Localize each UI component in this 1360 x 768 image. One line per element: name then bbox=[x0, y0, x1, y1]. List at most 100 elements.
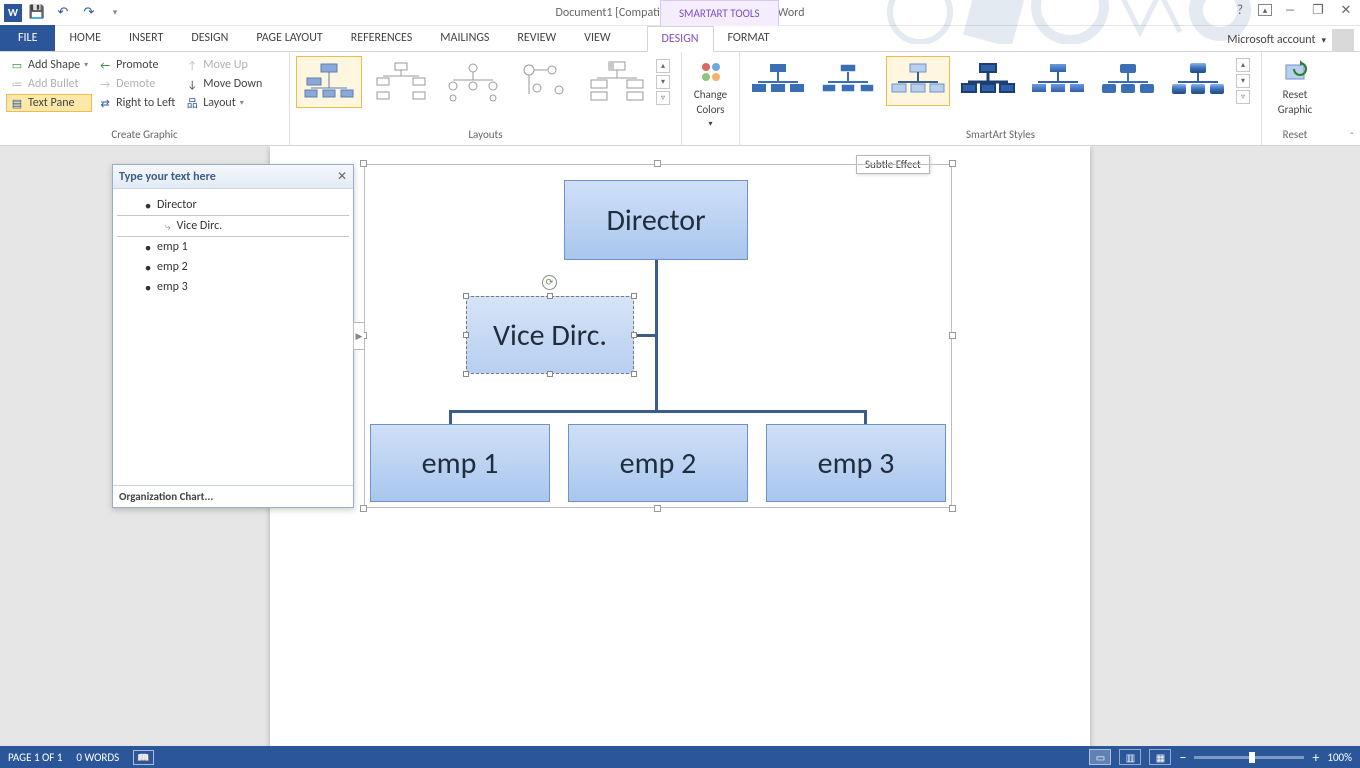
close-icon[interactable]: ✕ bbox=[337, 169, 347, 184]
restore-icon[interactable]: ❐ bbox=[1308, 0, 1328, 20]
save-icon[interactable]: 💾 bbox=[26, 2, 48, 24]
styles-gallery-scroll[interactable]: ▴ ▾ ▿ bbox=[1236, 58, 1250, 104]
zoom-level[interactable]: 100% bbox=[1327, 751, 1352, 764]
gallery-more-icon[interactable]: ▿ bbox=[656, 91, 670, 105]
account-menu[interactable]: Microsoft account▾ bbox=[1227, 29, 1354, 51]
smartart-text-pane[interactable]: Type your text here ✕ ●Director ⤷Vice Di… bbox=[112, 164, 354, 508]
move-down-button[interactable]: ↓Move Down bbox=[181, 75, 266, 93]
tab-home[interactable]: HOME bbox=[55, 25, 115, 51]
resize-handle[interactable] bbox=[463, 371, 469, 377]
tab-mailings[interactable]: MAILINGS bbox=[426, 25, 503, 51]
change-colors-icon bbox=[697, 58, 725, 86]
scroll-up-icon[interactable]: ▴ bbox=[656, 59, 670, 73]
tab-insert[interactable]: INSERT bbox=[115, 25, 177, 51]
scroll-down-icon[interactable]: ▾ bbox=[1236, 74, 1250, 88]
layout-button[interactable]: 品Layout▾ bbox=[181, 94, 266, 112]
resize-handle[interactable] bbox=[654, 160, 661, 167]
promote-icon: ← bbox=[98, 58, 112, 72]
minimize-icon[interactable]: ― bbox=[1280, 0, 1300, 20]
layout-thumb-3[interactable] bbox=[440, 56, 506, 108]
view-read-icon[interactable]: ▭ bbox=[1089, 749, 1111, 765]
tab-file[interactable]: FILE bbox=[0, 25, 55, 51]
org-node-emp2[interactable]: emp 2 bbox=[568, 424, 748, 502]
qat-customize-icon[interactable]: ▾ bbox=[104, 2, 126, 24]
view-print-icon[interactable]: ▥ bbox=[1119, 749, 1141, 765]
resize-handle[interactable] bbox=[463, 293, 469, 299]
org-node-emp3[interactable]: emp 3 bbox=[766, 424, 946, 502]
resize-handle[interactable] bbox=[463, 332, 469, 338]
undo-icon[interactable]: ↶ bbox=[52, 2, 74, 24]
text-pane-item[interactable]: ●emp 2 bbox=[117, 257, 349, 277]
tab-review[interactable]: REVIEW bbox=[503, 25, 570, 51]
resize-handle[interactable] bbox=[360, 505, 367, 512]
layouts-gallery-scroll[interactable]: ▴ ▾ ▿ bbox=[656, 59, 670, 105]
quick-access-toolbar: W 💾 ↶ ↷ ▾ bbox=[0, 2, 126, 24]
resize-handle[interactable] bbox=[949, 332, 956, 339]
layout-thumb-2[interactable] bbox=[368, 56, 434, 108]
right-to-left-button[interactable]: ⇄Right to Left bbox=[94, 94, 179, 112]
collapse-ribbon-icon[interactable]: ˆ bbox=[1350, 130, 1354, 143]
text-pane-footer[interactable]: Organization Chart... bbox=[113, 485, 353, 507]
resize-handle[interactable] bbox=[360, 160, 367, 167]
tab-smartart-format[interactable]: FORMAT bbox=[714, 25, 784, 51]
ribbon-options-icon[interactable]: ▴ bbox=[1258, 4, 1272, 16]
tab-page-layout[interactable]: PAGE LAYOUT bbox=[242, 25, 336, 51]
page-indicator[interactable]: PAGE 1 OF 1 bbox=[8, 751, 62, 764]
resize-handle[interactable] bbox=[631, 371, 637, 377]
tab-smartart-design[interactable]: DESIGN bbox=[647, 26, 714, 52]
smartart-canvas[interactable]: ▶ Director ⟳ Vice Dirc. emp 1 emp 2 emp … bbox=[364, 164, 952, 508]
group-change-colors: Change Colors ▾ bbox=[682, 52, 740, 145]
text-pane-item[interactable]: ⤷Vice Dirc. bbox=[117, 215, 349, 237]
resize-handle[interactable] bbox=[654, 505, 661, 512]
text-pane-item[interactable]: ●emp 1 bbox=[117, 237, 349, 257]
tab-references[interactable]: REFERENCES bbox=[337, 25, 427, 51]
close-icon[interactable]: ✕ bbox=[1336, 0, 1356, 20]
word-count[interactable]: 0 WORDS bbox=[76, 751, 119, 764]
resize-handle[interactable] bbox=[547, 293, 553, 299]
slider-knob[interactable] bbox=[1249, 752, 1255, 763]
reset-graphic-button[interactable]: Reset Graphic bbox=[1268, 56, 1322, 118]
style-thumb-7[interactable] bbox=[1166, 56, 1230, 106]
tab-design[interactable]: DESIGN bbox=[177, 25, 242, 51]
text-pane-button[interactable]: ▤Text Pane bbox=[6, 94, 92, 112]
style-thumb-2[interactable] bbox=[816, 56, 880, 106]
style-thumb-5[interactable] bbox=[1026, 56, 1090, 106]
text-pane-item[interactable]: ●Director bbox=[117, 195, 349, 215]
zoom-slider[interactable] bbox=[1194, 756, 1304, 759]
org-node-emp1[interactable]: emp 1 bbox=[370, 424, 550, 502]
add-shape-button[interactable]: ▭Add Shape▾ bbox=[6, 56, 92, 74]
gallery-more-icon[interactable]: ▿ bbox=[1236, 90, 1250, 104]
add-shape-icon: ▭ bbox=[10, 58, 24, 72]
resize-handle[interactable] bbox=[631, 332, 637, 338]
zoom-in-button[interactable]: + bbox=[1312, 749, 1319, 766]
style-thumb-4[interactable] bbox=[956, 56, 1020, 106]
style-thumb-6[interactable] bbox=[1096, 56, 1160, 106]
promote-button[interactable]: ←Promote bbox=[94, 56, 179, 74]
zoom-out-button[interactable]: − bbox=[1179, 749, 1186, 766]
style-thumb-3[interactable] bbox=[886, 56, 950, 106]
help-icon[interactable]: ? bbox=[1230, 0, 1250, 20]
move-up-icon: ↑ bbox=[185, 58, 199, 72]
text-pane-toggle[interactable]: ▶ bbox=[353, 322, 364, 350]
resize-handle[interactable] bbox=[949, 160, 956, 167]
resize-handle[interactable] bbox=[547, 371, 553, 377]
group-layouts: ▴▾▿ Layouts bbox=[290, 52, 682, 145]
layout-thumb-1[interactable] bbox=[296, 56, 362, 108]
resize-handle[interactable] bbox=[631, 293, 637, 299]
org-node-director[interactable]: Director bbox=[564, 180, 748, 260]
layout-thumb-4[interactable] bbox=[512, 56, 578, 108]
scroll-down-icon[interactable]: ▾ bbox=[656, 75, 670, 89]
text-pane-body[interactable]: ●Director ⤷Vice Dirc. ●emp 1 ●emp 2 ●emp… bbox=[113, 189, 353, 485]
proofing-icon[interactable]: 📖 bbox=[133, 750, 153, 765]
org-node-vice[interactable]: ⟳ Vice Dirc. bbox=[466, 296, 634, 374]
change-colors-button[interactable]: Change Colors ▾ bbox=[688, 56, 733, 131]
tab-view[interactable]: VIEW bbox=[570, 25, 624, 51]
text-pane-item[interactable]: ●emp 3 bbox=[117, 277, 349, 297]
style-thumb-1[interactable] bbox=[746, 56, 810, 106]
view-web-icon[interactable]: ▦ bbox=[1149, 749, 1171, 765]
layout-thumb-5[interactable] bbox=[584, 56, 650, 108]
scroll-up-icon[interactable]: ▴ bbox=[1236, 58, 1250, 72]
redo-icon[interactable]: ↷ bbox=[78, 2, 100, 24]
resize-handle[interactable] bbox=[949, 505, 956, 512]
rotate-handle-icon[interactable]: ⟳ bbox=[542, 275, 557, 290]
